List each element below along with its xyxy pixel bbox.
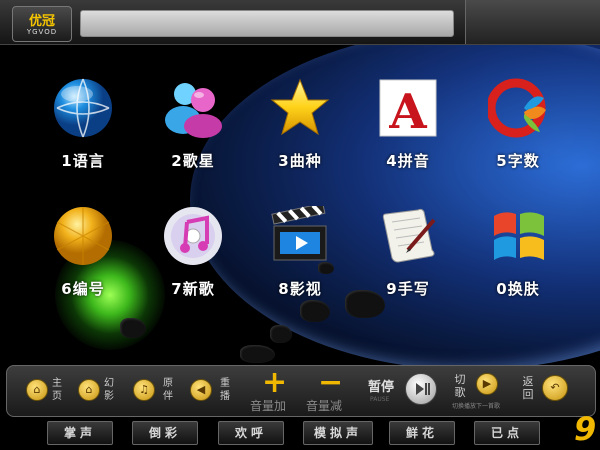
menu-item-label: 4拼音 — [386, 152, 430, 170]
menu-item-label: 9手写 — [386, 280, 430, 298]
volume-down-label: 音量减 — [306, 399, 343, 413]
menu-item-number[interactable]: 6编号 — [38, 206, 128, 316]
watermark-number: 9 — [574, 410, 597, 448]
menu-item-genre[interactable]: 3曲种 — [255, 78, 345, 188]
star-icon — [270, 78, 330, 136]
asteroid — [270, 325, 292, 343]
back-button[interactable]: 返回 ↶ — [520, 371, 570, 409]
next-label: 切歌 — [454, 373, 466, 399]
applause-button[interactable]: 掌声 — [47, 421, 113, 445]
play-pause-icon — [416, 383, 430, 395]
original-accomp-button[interactable]: ♫ 原伴 — [131, 371, 179, 409]
back-label: 返回 — [522, 375, 534, 401]
screen: 优冠 YGVOD 1语言 2歌星 3曲种 A 4拼音 5字数 6编号 7新歌 8… — [0, 0, 600, 450]
globe-icon — [54, 78, 112, 138]
pause-button[interactable] — [405, 373, 437, 405]
asteroid — [240, 345, 275, 363]
menu-item-wordcount[interactable]: 5字数 — [473, 78, 563, 188]
search-input[interactable] — [80, 10, 454, 37]
menu-item-label: 1语言 — [61, 152, 105, 170]
boo-button[interactable]: 倒彩 — [132, 421, 198, 445]
home-label: 主页 — [52, 378, 62, 402]
home-button[interactable]: ⌂ 主页 — [24, 371, 72, 409]
music-cd-icon — [164, 207, 222, 265]
orange-circle-icon — [54, 207, 112, 265]
app-logo: 优冠 YGVOD — [12, 6, 72, 42]
top-right-panel — [465, 0, 600, 44]
volume-down-button[interactable]: − — [318, 368, 343, 398]
pause-sublabel: PAUSE — [370, 396, 390, 403]
menu-item-label: 0换肤 — [496, 280, 540, 298]
logo-subtitle: YGVOD — [26, 28, 58, 36]
magic-button[interactable]: ⌂ 幻影 — [76, 371, 124, 409]
replay-icon: ◀ — [190, 379, 212, 401]
menu-item-label: 8影视 — [278, 280, 322, 298]
asteroid — [120, 318, 146, 338]
original-label: 原伴 — [163, 378, 173, 402]
menu-item-label: 7新歌 — [171, 280, 215, 298]
menu-item-pinyin[interactable]: A 4拼音 — [363, 78, 453, 188]
flowers-button[interactable]: 鲜花 — [389, 421, 455, 445]
menu-item-newsong[interactable]: 7新歌 — [148, 206, 238, 316]
volume-up-label: 音量加 — [250, 399, 287, 413]
menu-item-skin[interactable]: 0换肤 — [473, 206, 563, 316]
original-icon: ♫ — [133, 379, 155, 401]
volume-up-button[interactable]: + — [262, 368, 287, 398]
menu-item-singer[interactable]: 2歌星 — [148, 78, 238, 188]
scroll-pen-icon — [382, 208, 436, 263]
menu-item-movie[interactable]: 8影视 — [255, 206, 345, 316]
windows-logo-icon — [494, 212, 544, 260]
people-icon — [165, 83, 222, 138]
cheer-button[interactable]: 欢呼 — [218, 421, 284, 445]
menu-item-language[interactable]: 1语言 — [38, 78, 128, 188]
magic-label: 幻影 — [104, 378, 114, 402]
menu-item-label: 2歌星 — [171, 152, 215, 170]
shadow-icon: ⌂ — [78, 379, 100, 401]
watermark: 9 — [520, 410, 600, 450]
svg-text:A: A — [388, 84, 427, 138]
logo-title: 优冠 — [28, 14, 55, 29]
clapperboard-icon — [271, 206, 327, 261]
pause-label: 暂停 — [368, 380, 395, 395]
q-logo-icon — [488, 78, 546, 138]
letter-a-icon: A — [379, 79, 437, 138]
menu-item-label: 5字数 — [496, 152, 540, 170]
replay-button[interactable]: ◀ 重播 — [188, 371, 236, 409]
next-song-button[interactable]: 切歌 ▶ 切换播放下一首歌 — [452, 371, 504, 410]
menu-item-handwrite[interactable]: 9手写 — [363, 206, 453, 316]
simulated-sound-button[interactable]: 模拟声 — [303, 421, 373, 445]
menu-item-label: 6编号 — [61, 280, 105, 298]
replay-label: 重播 — [220, 378, 230, 402]
home-icon: ⌂ — [26, 379, 48, 401]
menu-item-label: 3曲种 — [278, 152, 322, 170]
next-icon: ▶ — [476, 373, 498, 395]
back-arrow-icon: ↶ — [542, 375, 568, 401]
next-sublabel: 切换播放下一首歌 — [452, 403, 501, 410]
